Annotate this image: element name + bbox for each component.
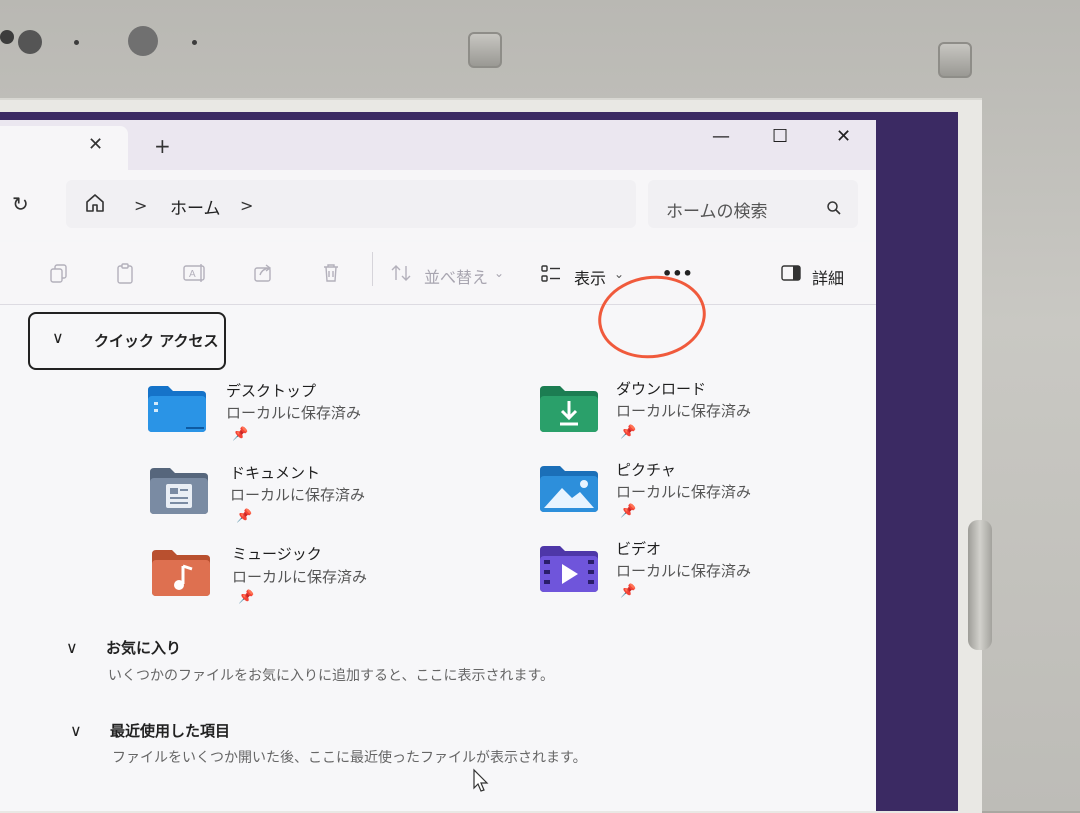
folder-status: ローカルに保存済み	[616, 402, 752, 420]
sort-button[interactable]: 並べ替え	[424, 264, 488, 288]
folder-status: ローカルに保存済み	[226, 404, 362, 422]
favorites-title[interactable]: お気に入り	[106, 637, 181, 658]
bezel-button	[468, 32, 502, 68]
view-icon[interactable]	[540, 264, 562, 284]
title-bar	[0, 120, 876, 170]
refresh-icon[interactable]: ↻	[12, 192, 29, 216]
folder-name[interactable]: ドキュメント	[230, 462, 320, 483]
bezel-button	[938, 42, 972, 78]
details-button[interactable]: 詳細	[812, 265, 844, 289]
chevron-down-icon[interactable]: ∨	[52, 328, 64, 347]
chevron-down-icon[interactable]: ⌄	[614, 267, 624, 281]
breadcrumb-home[interactable]: ホーム	[170, 194, 221, 219]
camera-lens	[18, 30, 42, 54]
close-icon[interactable]: ✕	[88, 134, 103, 155]
favorites-empty-text: いくつかのファイルをお気に入りに追加すると、ここに表示されます。	[108, 668, 555, 684]
search-icon[interactable]	[826, 200, 842, 216]
window-close-button[interactable]: ✕	[836, 126, 851, 147]
pictures-folder-icon[interactable]	[538, 464, 600, 514]
videos-folder-icon[interactable]	[538, 544, 600, 594]
folder-status: ローカルに保存済み	[616, 483, 752, 501]
folder-name[interactable]: ビデオ	[616, 538, 661, 559]
mouse-cursor-icon	[473, 768, 489, 792]
share-icon[interactable]	[252, 262, 274, 284]
chevron-down-icon[interactable]: ∨	[66, 638, 78, 657]
pin-icon: 📌	[238, 590, 255, 605]
breadcrumb-separator[interactable]: >	[134, 196, 147, 215]
sensor-dot	[74, 40, 79, 45]
folder-status: ローカルに保存済み	[230, 486, 366, 504]
sort-icon[interactable]	[390, 263, 412, 283]
chevron-down-icon[interactable]: ∨	[70, 721, 82, 740]
documents-folder-icon[interactable]	[148, 466, 210, 516]
sensor-dot	[192, 40, 197, 45]
camera-lens	[128, 26, 158, 56]
minimize-button[interactable]: —	[712, 126, 730, 147]
rename-icon[interactable]: A	[182, 262, 208, 284]
view-button[interactable]: 表示	[574, 265, 606, 289]
delete-icon[interactable]	[320, 262, 342, 284]
pin-icon: 📌	[232, 427, 249, 442]
download-folder-icon[interactable]	[538, 384, 600, 434]
desktop-folder-icon[interactable]	[146, 384, 208, 434]
folder-name[interactable]: ピクチャ	[616, 459, 676, 480]
pin-icon: 📌	[620, 504, 637, 519]
maximize-button[interactable]: ☐	[772, 126, 788, 147]
plus-icon[interactable]: +	[154, 134, 171, 158]
home-icon[interactable]	[84, 192, 106, 214]
camera-lens	[0, 30, 14, 44]
section-title: クイック アクセス	[94, 332, 219, 350]
pin-icon: 📌	[620, 584, 637, 599]
copy-icon[interactable]	[48, 262, 70, 284]
details-pane-icon[interactable]	[780, 264, 802, 282]
folder-name[interactable]: デスクトップ	[226, 380, 316, 401]
recent-empty-text: ファイルをいくつか開いた後、ここに最近使ったファイルが表示されます。	[112, 750, 587, 766]
pin-icon: 📌	[620, 425, 637, 440]
music-folder-icon[interactable]	[150, 548, 212, 598]
svg-text:A: A	[189, 269, 196, 280]
folder-status: ローカルに保存済み	[232, 568, 368, 586]
bezel-hinge	[968, 520, 992, 650]
folder-status: ローカルに保存済み	[616, 562, 752, 580]
folder-name[interactable]: ミュージック	[232, 543, 322, 564]
toolbar-divider	[372, 252, 373, 286]
recent-title[interactable]: 最近使用した項目	[110, 720, 230, 741]
pin-icon: 📌	[236, 509, 253, 524]
breadcrumb-separator[interactable]: >	[240, 196, 253, 215]
address-bar[interactable]	[66, 180, 636, 228]
paste-icon[interactable]	[114, 262, 136, 286]
folder-name[interactable]: ダウンロード	[616, 378, 706, 399]
chevron-down-icon[interactable]: ⌄	[494, 266, 504, 280]
search-input[interactable]: ホームの検索	[666, 197, 768, 222]
explorer-tab[interactable]	[0, 126, 128, 170]
